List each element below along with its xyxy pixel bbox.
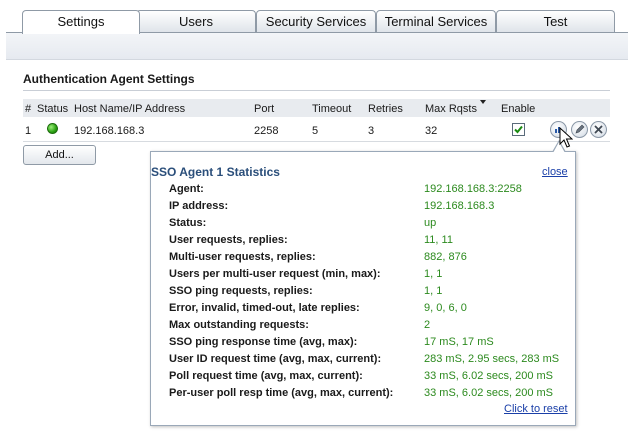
column-header-enable: Enable (501, 103, 536, 115)
edit-button[interactable] (571, 121, 588, 138)
tab-terminal-services[interactable]: Terminal Services (376, 10, 496, 32)
tab-users[interactable]: Users (136, 10, 256, 32)
column-header-timeout[interactable]: Timeout (312, 103, 351, 115)
sort-indicator-icon (480, 100, 486, 104)
mouse-cursor-icon (559, 127, 573, 148)
stat-label: Multi-user requests, replies: (169, 251, 316, 263)
stat-value: 192.168.168.3 (424, 200, 495, 212)
column-header-retries[interactable]: Retries (368, 103, 403, 115)
row-port: 2258 (254, 125, 279, 137)
add-agent-button[interactable]: Add... (23, 145, 96, 165)
delete-button[interactable] (590, 121, 607, 138)
x-icon (594, 125, 603, 134)
row-divider (23, 141, 610, 142)
stat-value: 11, 11 (424, 234, 453, 246)
popup-close-link[interactable]: close (542, 166, 568, 178)
stat-value: 33 mS, 6.02 secs, 200 mS (424, 387, 554, 399)
stat-value: 17 mS, 17 mS (424, 336, 494, 348)
stat-label: Status: (169, 217, 207, 229)
sso-settings-screen: Settings Users Security Services Termina… (0, 0, 634, 437)
section-divider (23, 90, 610, 91)
tab-settings[interactable]: Settings (22, 10, 140, 34)
column-header-host[interactable]: Host Name/IP Address (74, 103, 185, 115)
section-title: Authentication Agent Settings (23, 72, 195, 86)
row-host: 192.168.168.3 (74, 125, 145, 137)
row-timeout: 5 (312, 125, 319, 137)
stat-label: Max outstanding requests: (169, 319, 309, 331)
row-number: 1 (25, 125, 32, 137)
row-max-rqsts: 32 (425, 125, 438, 137)
tab-security-services[interactable]: Security Services (256, 10, 376, 32)
stat-label: Per-user poll resp time (avg, max, curre… (169, 387, 394, 399)
stat-value: 2 (424, 319, 431, 331)
stat-value: up (424, 217, 437, 229)
stat-label: Agent: (169, 183, 204, 195)
stat-label: User ID request time (avg, max, current)… (169, 353, 382, 365)
column-header-port[interactable]: Port (254, 103, 274, 115)
column-header-number: # (25, 103, 32, 115)
stat-value: 33 mS, 6.02 secs, 200 mS (424, 370, 554, 382)
stat-label: SSO ping response time (avg, max): (169, 336, 358, 348)
tab-test[interactable]: Test (496, 10, 615, 32)
stat-label: Poll request time (avg, max, current): (169, 370, 363, 382)
reset-statistics-link[interactable]: Click to reset (504, 403, 568, 415)
stat-value: 283 mS, 2.95 secs, 283 mS (424, 353, 560, 365)
status-online-icon (47, 123, 58, 134)
stat-value: 192.168.168.3:2258 (424, 183, 522, 195)
tab-subbar (6, 33, 628, 60)
row-retries: 3 (368, 125, 375, 137)
checkmark-icon (514, 125, 523, 134)
stat-label: Users per multi-user request (min, max): (169, 268, 381, 280)
stat-label: SSO ping requests, replies: (169, 285, 313, 297)
stat-value: 882, 876 (424, 251, 467, 263)
stat-label: Error, invalid, timed-out, late replies: (169, 302, 360, 314)
stat-value: 9, 0, 6, 0 (424, 302, 467, 314)
enable-checkbox[interactable] (512, 123, 525, 136)
stat-label: User requests, replies: (169, 234, 288, 246)
stat-value: 1, 1 (424, 268, 443, 280)
popup-title: SSO Agent 1 Statistics (151, 165, 280, 179)
stat-label: IP address: (169, 200, 229, 212)
column-header-status: Status (37, 103, 69, 115)
stat-value: 1, 1 (424, 285, 443, 297)
column-header-max-rqsts[interactable]: Max Rqsts (425, 103, 477, 115)
pencil-icon (575, 124, 585, 134)
